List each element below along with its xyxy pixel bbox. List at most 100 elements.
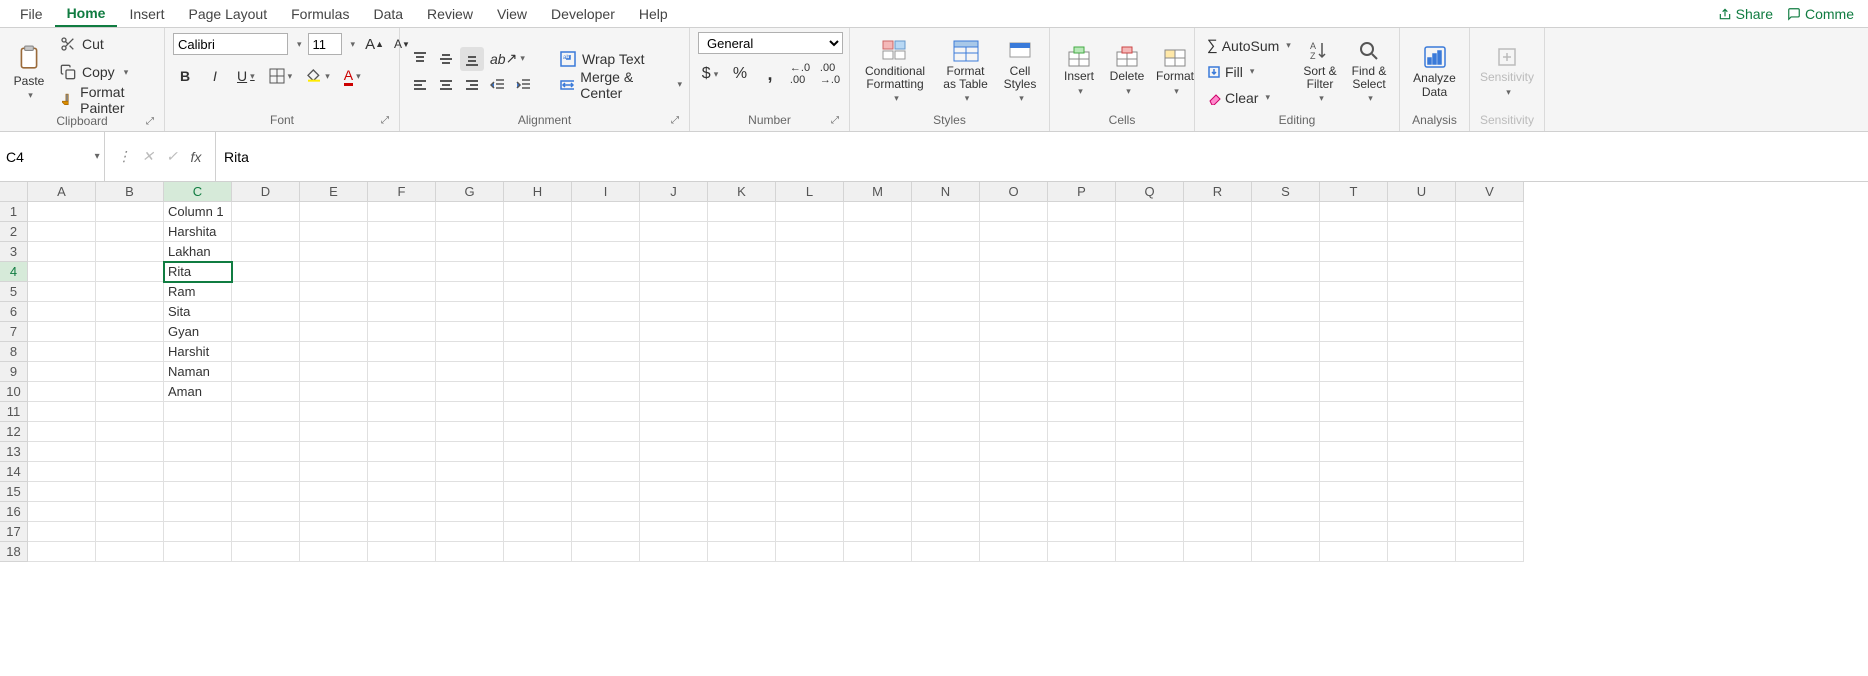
cell-Q7[interactable] xyxy=(1116,322,1184,342)
cell-P8[interactable] xyxy=(1048,342,1116,362)
cell-E7[interactable] xyxy=(300,322,368,342)
spreadsheet-grid[interactable]: ABCDEFGHIJKLMNOPQRSTUV1Column 12Harshita… xyxy=(0,182,1868,562)
cell-O17[interactable] xyxy=(980,522,1048,542)
cell-Q8[interactable] xyxy=(1116,342,1184,362)
cell-B8[interactable] xyxy=(96,342,164,362)
col-header-L[interactable]: L xyxy=(776,182,844,202)
cell-A16[interactable] xyxy=(28,502,96,522)
fill-button[interactable]: Fill xyxy=(1203,60,1293,84)
cell-A9[interactable] xyxy=(28,362,96,382)
cell-H9[interactable] xyxy=(504,362,572,382)
col-header-A[interactable]: A xyxy=(28,182,96,202)
cell-J1[interactable] xyxy=(640,202,708,222)
cell-H2[interactable] xyxy=(504,222,572,242)
cell-O11[interactable] xyxy=(980,402,1048,422)
row-header-4[interactable]: 4 xyxy=(0,262,28,282)
cell-M13[interactable] xyxy=(844,442,912,462)
cell-P3[interactable] xyxy=(1048,242,1116,262)
cell-Q4[interactable] xyxy=(1116,262,1184,282)
cell-F17[interactable] xyxy=(368,522,436,542)
cell-I6[interactable] xyxy=(572,302,640,322)
cell-S2[interactable] xyxy=(1252,222,1320,242)
cell-styles-button[interactable]: Cell Styles xyxy=(999,35,1041,108)
cell-I8[interactable] xyxy=(572,342,640,362)
cell-I18[interactable] xyxy=(572,542,640,562)
cell-S4[interactable] xyxy=(1252,262,1320,282)
row-header-15[interactable]: 15 xyxy=(0,482,28,502)
cell-E3[interactable] xyxy=(300,242,368,262)
row-header-5[interactable]: 5 xyxy=(0,282,28,302)
cell-B10[interactable] xyxy=(96,382,164,402)
cell-V8[interactable] xyxy=(1456,342,1524,362)
cell-F1[interactable] xyxy=(368,202,436,222)
cell-P6[interactable] xyxy=(1048,302,1116,322)
cell-A17[interactable] xyxy=(28,522,96,542)
comma-button[interactable]: , xyxy=(758,62,782,86)
col-header-R[interactable]: R xyxy=(1184,182,1252,202)
increase-font-button[interactable]: A▲ xyxy=(361,32,388,56)
cell-E9[interactable] xyxy=(300,362,368,382)
cell-I12[interactable] xyxy=(572,422,640,442)
cell-C10[interactable]: Aman xyxy=(164,382,232,402)
col-header-S[interactable]: S xyxy=(1252,182,1320,202)
cell-D17[interactable] xyxy=(232,522,300,542)
cell-K1[interactable] xyxy=(708,202,776,222)
cell-U7[interactable] xyxy=(1388,322,1456,342)
cell-S7[interactable] xyxy=(1252,322,1320,342)
cell-N1[interactable] xyxy=(912,202,980,222)
format-as-table-button[interactable]: Format as Table xyxy=(938,35,993,108)
cell-M18[interactable] xyxy=(844,542,912,562)
align-left-button[interactable] xyxy=(408,73,432,97)
tab-help[interactable]: Help xyxy=(627,2,680,26)
row-header-12[interactable]: 12 xyxy=(0,422,28,442)
cell-L6[interactable] xyxy=(776,302,844,322)
cell-T13[interactable] xyxy=(1320,442,1388,462)
cell-D11[interactable] xyxy=(232,402,300,422)
cell-S5[interactable] xyxy=(1252,282,1320,302)
cell-A10[interactable] xyxy=(28,382,96,402)
cell-C6[interactable]: Sita xyxy=(164,302,232,322)
cell-R11[interactable] xyxy=(1184,402,1252,422)
tab-file[interactable]: File xyxy=(8,2,55,26)
col-header-I[interactable]: I xyxy=(572,182,640,202)
cell-N3[interactable] xyxy=(912,242,980,262)
cell-C7[interactable]: Gyan xyxy=(164,322,232,342)
cell-I7[interactable] xyxy=(572,322,640,342)
cell-R18[interactable] xyxy=(1184,542,1252,562)
tab-developer[interactable]: Developer xyxy=(539,2,627,26)
cell-F12[interactable] xyxy=(368,422,436,442)
increase-decimal-button[interactable]: ←.0.00 xyxy=(788,62,812,86)
cell-C18[interactable] xyxy=(164,542,232,562)
cell-G4[interactable] xyxy=(436,262,504,282)
cell-K17[interactable] xyxy=(708,522,776,542)
cell-I2[interactable] xyxy=(572,222,640,242)
wrap-text-button[interactable]: ab Wrap Text xyxy=(556,47,686,71)
cell-R14[interactable] xyxy=(1184,462,1252,482)
cell-M15[interactable] xyxy=(844,482,912,502)
cell-G14[interactable] xyxy=(436,462,504,482)
cell-A8[interactable] xyxy=(28,342,96,362)
cell-N7[interactable] xyxy=(912,322,980,342)
analyze-data-button[interactable]: Analyze Data xyxy=(1408,40,1461,102)
cell-A7[interactable] xyxy=(28,322,96,342)
cell-I10[interactable] xyxy=(572,382,640,402)
cell-D9[interactable] xyxy=(232,362,300,382)
merge-center-button[interactable]: Merge & Center xyxy=(556,73,686,97)
cell-V13[interactable] xyxy=(1456,442,1524,462)
cell-L18[interactable] xyxy=(776,542,844,562)
cell-U16[interactable] xyxy=(1388,502,1456,522)
cell-N4[interactable] xyxy=(912,262,980,282)
cell-A12[interactable] xyxy=(28,422,96,442)
col-header-N[interactable]: N xyxy=(912,182,980,202)
cell-T12[interactable] xyxy=(1320,422,1388,442)
cell-B14[interactable] xyxy=(96,462,164,482)
cell-J11[interactable] xyxy=(640,402,708,422)
cell-P15[interactable] xyxy=(1048,482,1116,502)
cell-D7[interactable] xyxy=(232,322,300,342)
select-all-corner[interactable] xyxy=(0,182,28,202)
cell-B15[interactable] xyxy=(96,482,164,502)
cell-B16[interactable] xyxy=(96,502,164,522)
cell-O8[interactable] xyxy=(980,342,1048,362)
cell-D1[interactable] xyxy=(232,202,300,222)
cell-G10[interactable] xyxy=(436,382,504,402)
